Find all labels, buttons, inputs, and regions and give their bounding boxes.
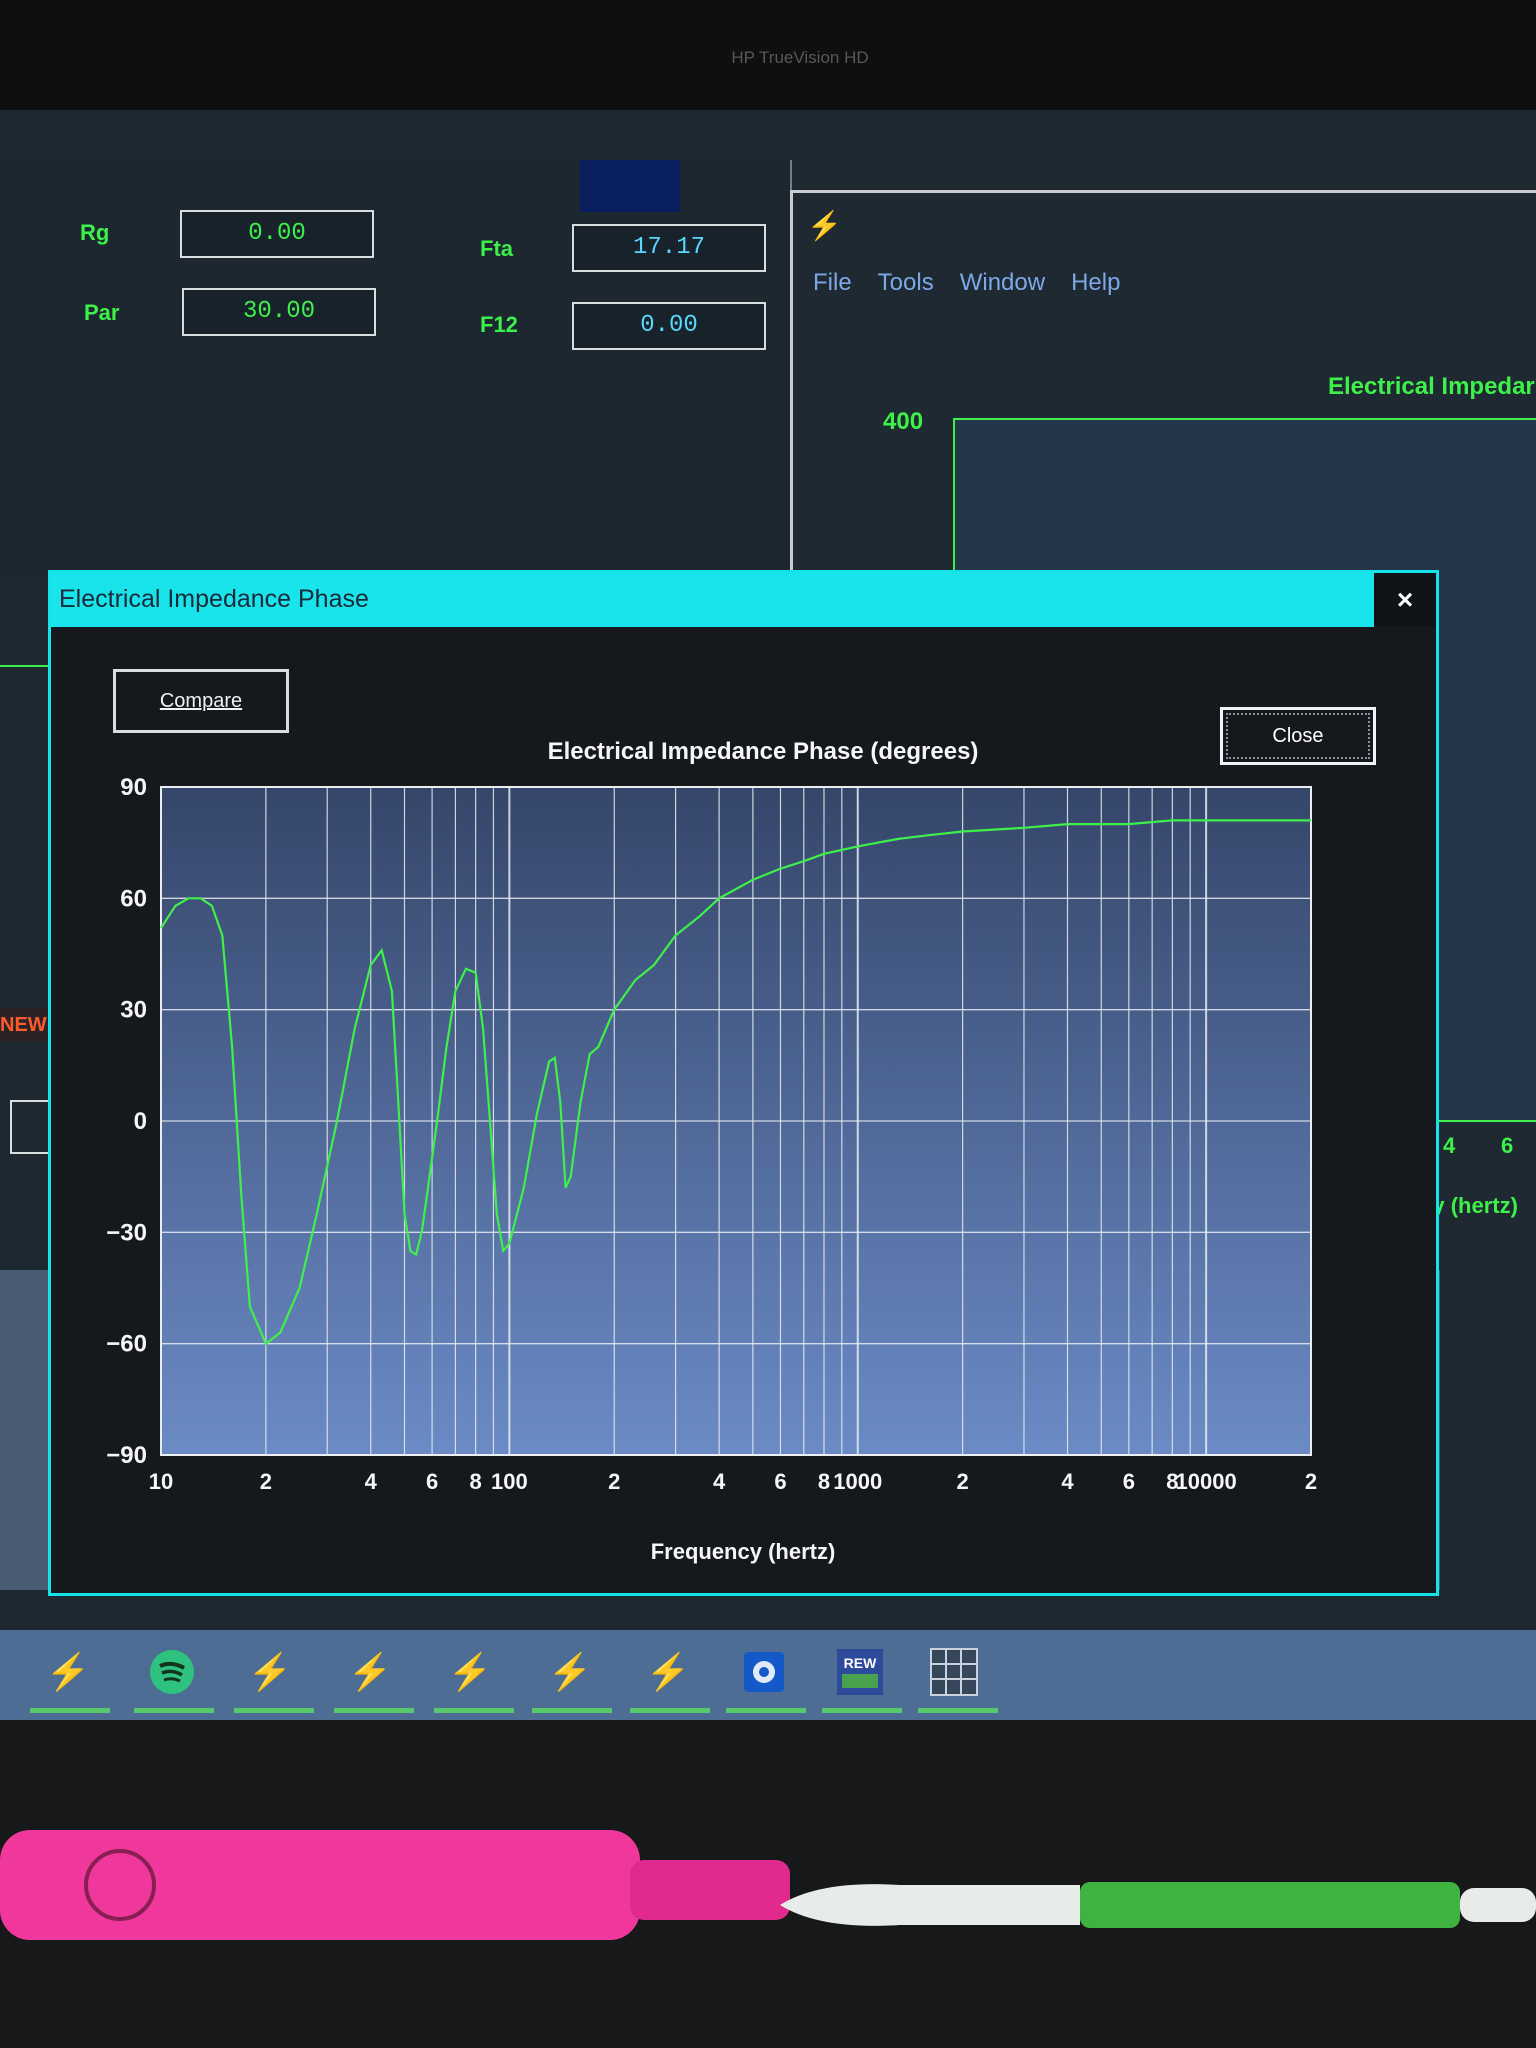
param-label-fta: Fta <box>480 236 513 261</box>
y-tick-label: −30 <box>106 1219 147 1246</box>
pink-marker <box>0 1830 790 1940</box>
webcam-label: HP TrueVision HD <box>731 48 869 67</box>
menu-help[interactable]: Help <box>1071 269 1120 297</box>
y-tick-label: 60 <box>120 885 147 912</box>
phase-chart: Electrical Impedance Phase (degrees) 90 6… <box>106 738 1317 1564</box>
x-tick-label: 6 <box>774 1469 786 1494</box>
y-tick-label: 90 <box>120 774 147 801</box>
y-tick-label: 30 <box>120 997 147 1024</box>
x-tick-label: 8 <box>469 1469 481 1494</box>
param-label-f12: F12 <box>480 312 518 337</box>
panel-titlebar-strip <box>580 160 680 212</box>
main-y-tick-400: 400 <box>883 408 924 435</box>
menu-file[interactable]: File <box>813 269 852 297</box>
x-tick-label: 10000 <box>1176 1469 1237 1494</box>
x-tick-label: 1000 <box>833 1469 882 1494</box>
camera-icon[interactable] <box>740 1648 788 1696</box>
x-axis-label: Frequency (hertz) <box>651 1539 836 1564</box>
laptop-bezel: HP TrueVision HD <box>0 0 1536 110</box>
lightning-icon[interactable]: ⚡ <box>446 1648 494 1696</box>
x-tick-label: 10 <box>149 1469 173 1494</box>
lightning-icon[interactable]: ⚡ <box>246 1648 294 1696</box>
taskbar-indicator <box>918 1708 998 1713</box>
rew-icon[interactable]: REW <box>836 1648 884 1696</box>
x-tick-label: 2 <box>608 1469 620 1494</box>
y-axis-ticks: 90 60 30 0 −30 −60 −90 <box>106 774 147 1469</box>
menu-window[interactable]: Window <box>960 269 1045 297</box>
chart-title: Electrical Impedance Phase (degrees) <box>548 738 979 765</box>
grid-icon[interactable] <box>930 1648 978 1696</box>
parameter-panel: Rg 0.00 Par 30.00 Fta 17.17 F12 0.00 <box>0 160 792 580</box>
x-axis-ticks: 10 2 4 6 8 100 2 4 6 8 1000 2 4 6 810000 2 <box>149 1469 1317 1494</box>
y-tick-label: −60 <box>106 1331 147 1358</box>
lightning-icon[interactable]: ⚡ <box>346 1648 394 1696</box>
y-tick-label: −90 <box>106 1442 147 1469</box>
taskbar: ⚡ ⚡ ⚡ ⚡ ⚡ ⚡ REW <box>0 1630 1536 1720</box>
rew-label: REW <box>844 1655 877 1671</box>
x-tick-label: 6 <box>426 1469 438 1494</box>
screen: Rg 0.00 Par 30.00 Fta 17.17 F12 0.00 ⚡ F… <box>0 110 1536 1720</box>
main-x-tick: 4 <box>1443 1133 1456 1158</box>
taskbar-indicator <box>630 1708 710 1713</box>
x-tick-label: 100 <box>491 1469 528 1494</box>
taskbar-indicator <box>30 1708 110 1713</box>
lightning-icon[interactable]: ⚡ <box>546 1648 594 1696</box>
spotify-icon[interactable] <box>148 1648 196 1696</box>
param-field-fta[interactable]: 17.17 <box>572 224 766 272</box>
x-tick-label: 6 <box>1123 1469 1135 1494</box>
x-tick-label: 2 <box>260 1469 272 1494</box>
taskbar-indicator <box>532 1708 612 1713</box>
x-tick-label: 4 <box>1061 1469 1074 1494</box>
dialog-title: Electrical Impedance Phase <box>59 585 369 613</box>
lightning-icon[interactable]: ⚡ <box>644 1648 692 1696</box>
y-tick-label: 0 <box>134 1108 147 1135</box>
x-tick-label: 4 <box>365 1469 378 1494</box>
x-tick-label: 4 <box>713 1469 726 1494</box>
menu-tools[interactable]: Tools <box>878 269 934 297</box>
dialog-titlebar[interactable]: Electrical Impedance Phase × <box>51 573 1436 627</box>
green-pen <box>780 1882 1536 1928</box>
param-field-f12[interactable]: 0.00 <box>572 302 766 350</box>
param-field-rg[interactable]: 0.00 <box>180 210 374 258</box>
menubar: File Tools Window Help <box>813 269 1120 297</box>
x-tick-label: 2 <box>1305 1469 1317 1494</box>
taskbar-indicator <box>726 1708 806 1713</box>
x-tick-label: 2 <box>956 1469 968 1494</box>
taskbar-indicator <box>334 1708 414 1713</box>
taskbar-indicator <box>134 1708 214 1713</box>
main-x-tick: 6 <box>1501 1133 1514 1158</box>
lightning-icon[interactable]: ⚡ <box>44 1648 92 1696</box>
taskbar-indicator <box>822 1708 902 1713</box>
dialog-close-icon[interactable]: × <box>1374 573 1436 627</box>
main-chart-title: Electrical Impedar <box>1328 373 1535 400</box>
taskbar-indicator <box>234 1708 314 1713</box>
param-label-par: Par <box>84 300 120 325</box>
param-field-par[interactable]: 30.00 <box>182 288 376 336</box>
taskbar-indicator <box>434 1708 514 1713</box>
impedance-phase-dialog: Electrical Impedance Phase × Compare Clo… <box>48 570 1439 1596</box>
app-lightning-icon: ⚡ <box>807 210 842 241</box>
param-label-rg: Rg <box>80 220 110 245</box>
x-tick-label: 8 <box>818 1469 830 1494</box>
